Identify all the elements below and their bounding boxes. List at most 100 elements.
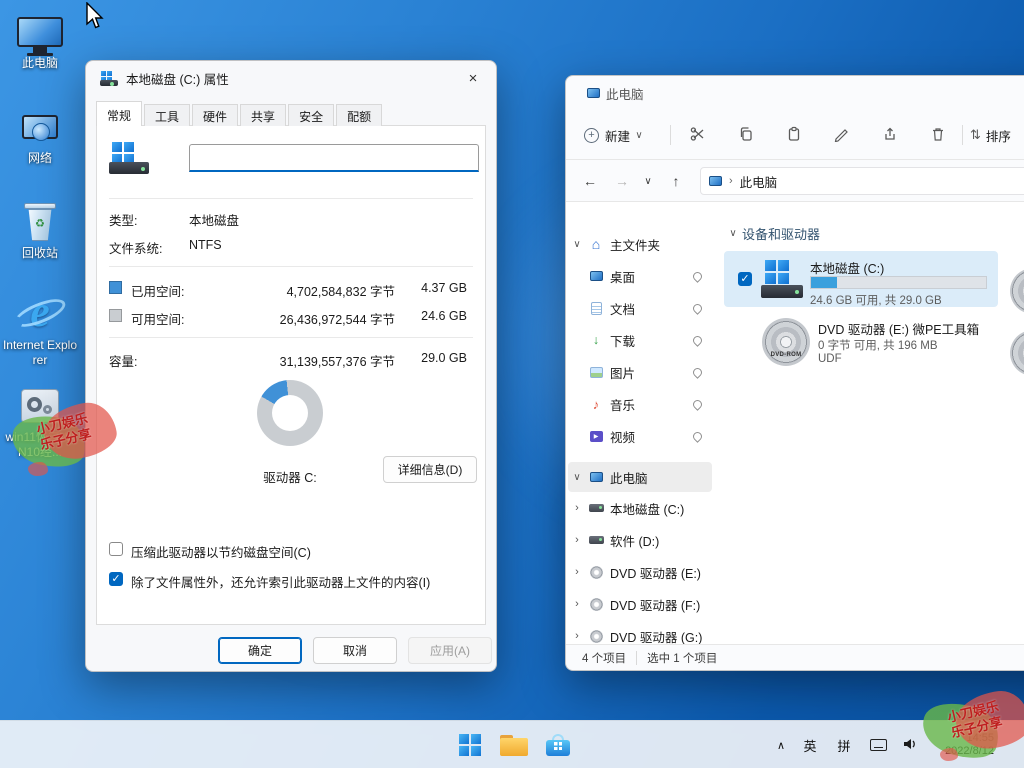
sidebar-item-pictures[interactable]: 图片	[568, 357, 712, 387]
sidebar-item-dvd-e[interactable]: › DVD 驱动器 (E:)	[568, 557, 712, 587]
tab-hardware[interactable]: 硬件	[192, 104, 238, 126]
desktop-icon-recycle-bin[interactable]: ♻ 回收站	[2, 198, 78, 261]
sidebar-item-documents[interactable]: 文档	[568, 293, 712, 323]
sidebar-item-desktop[interactable]: 桌面	[568, 261, 712, 291]
new-button[interactable]: + 新建 ∨	[578, 122, 666, 148]
explorer-titlebar[interactable]: 此电脑	[566, 76, 1024, 110]
rename-icon	[834, 126, 850, 145]
desktop-icon-internet-explorer[interactable]: e Internet Explorer	[2, 288, 78, 368]
document-icon	[586, 302, 606, 315]
chevron-right-icon: ›	[568, 566, 586, 578]
used-space-label: 已用空间:	[131, 281, 184, 300]
clock-date: 2022/8/12	[922, 745, 994, 758]
dialog-titlebar[interactable]: 本地磁盘 (C:) 属性	[86, 61, 496, 95]
sidebar-item-music[interactable]: ♪ 音乐	[568, 389, 712, 419]
sidebar-item-label: 软件 (D:)	[610, 531, 712, 550]
volume-label-input[interactable]	[189, 144, 479, 172]
delete-button[interactable]	[921, 122, 955, 148]
compress-checkbox[interactable]	[109, 542, 123, 556]
cut-button[interactable]	[681, 122, 715, 148]
sidebar-item-dvd-f[interactable]: › DVD 驱动器 (F:)	[568, 589, 712, 619]
drive-tile-local-disk-c[interactable]: ✓ 本地磁盘 (C:) 24.6 GB 可用, 共 29.0 GB	[724, 251, 998, 307]
ime-pinyin-indicator[interactable]: 拼	[830, 731, 858, 759]
taskbar-file-explorer-button[interactable]	[494, 725, 534, 765]
desktop-icon-this-pc[interactable]: 此电脑	[2, 8, 78, 71]
ok-button[interactable]: 确定	[218, 637, 302, 664]
desktop-icon-label: win11恢复WIN10经...	[2, 430, 78, 460]
dvd-icon	[586, 598, 606, 611]
tab-tools[interactable]: 工具	[144, 104, 190, 126]
drive-tile-dvd-e[interactable]: DVD-ROM DVD 驱动器 (E:) 微PE工具箱 0 字节 可用, 共 1…	[724, 313, 998, 373]
section-header-devices[interactable]: ∨ 设备和驱动器	[724, 224, 820, 243]
paste-button[interactable]	[777, 122, 811, 148]
desktop-icon	[586, 271, 606, 281]
sidebar-item-dvd-g[interactable]: › DVD 驱动器 (G:)	[568, 621, 712, 644]
forward-button[interactable]: →	[608, 168, 636, 194]
tab-security[interactable]: 安全	[288, 104, 334, 126]
rename-button[interactable]	[825, 122, 859, 148]
desktop-icon-win11-restore[interactable]: win11恢复WIN10经...	[2, 382, 78, 460]
this-pc-icon	[2, 8, 78, 56]
sidebar-item-label: 视频	[610, 427, 693, 446]
store-icon	[546, 734, 570, 756]
desktop-icon-network[interactable]: 网络	[2, 103, 78, 166]
up-button[interactable]: ↑	[662, 168, 690, 194]
capacity-label: 容量:	[109, 351, 137, 370]
index-checkbox[interactable]: ✓	[109, 572, 123, 586]
details-button[interactable]: 详细信息(D)	[383, 456, 477, 483]
folder-icon	[500, 735, 528, 756]
ime-mode-indicator[interactable]: 英	[796, 731, 824, 759]
tray-chevron-up[interactable]: ∧	[768, 731, 794, 759]
sidebar-item-software-d[interactable]: › 软件 (D:)	[568, 525, 712, 555]
dialog-title: 本地磁盘 (C:) 属性	[126, 69, 229, 88]
drive-filesystem: UDF	[818, 353, 842, 365]
music-icon: ♪	[586, 397, 606, 412]
sort-icon: ⇅	[970, 127, 981, 143]
tab-sharing[interactable]: 共享	[240, 104, 286, 126]
sort-button[interactable]: ⇅ 排序	[970, 122, 1024, 148]
sidebar-item-home[interactable]: ∨ ⌂ 主文件夹	[568, 229, 712, 259]
tab-quota[interactable]: 配额	[336, 104, 382, 126]
pin-icon	[691, 334, 704, 347]
pin-icon	[691, 398, 704, 411]
back-button[interactable]: ←	[576, 168, 604, 194]
drive-name: DVD 驱动器 (E:) 微PE工具箱	[818, 319, 979, 338]
sidebar-item-local-disk-c[interactable]: › 本地磁盘 (C:)	[568, 493, 712, 523]
index-checkbox-label: 除了文件属性外，还允许索引此驱动器上文件的内容(I)	[131, 572, 430, 591]
pin-icon	[691, 366, 704, 379]
sidebar-item-this-pc[interactable]: ∨ 此电脑	[568, 462, 712, 492]
filesystem-value: NTFS	[189, 238, 222, 252]
dialog-general-panel: 类型: 本地磁盘 文件系统: NTFS 已用空间: 4,702,584,832 …	[96, 125, 486, 625]
sidebar-item-videos[interactable]: ▶ 视频	[568, 421, 712, 451]
this-pc-icon	[709, 176, 722, 186]
breadcrumb-location[interactable]: 此电脑	[740, 172, 778, 191]
close-icon[interactable]: ×	[450, 61, 496, 95]
sidebar-item-downloads[interactable]: ↓ 下载	[568, 325, 712, 355]
divider	[109, 266, 473, 267]
item-checkbox[interactable]: ✓	[738, 272, 752, 286]
sidebar-item-label: DVD 驱动器 (F:)	[610, 595, 712, 614]
section-header-label: 设备和驱动器	[742, 224, 820, 243]
tab-general[interactable]: 常规	[96, 101, 142, 126]
start-button[interactable]	[450, 725, 490, 765]
taskbar-store-button[interactable]	[538, 725, 578, 765]
sidebar-item-label: 图片	[610, 363, 693, 382]
chevron-down-icon: ∨	[568, 239, 586, 250]
explorer-navigation-bar: ← → ∨ ↑ › 此电脑	[566, 160, 1024, 202]
drive-icon	[109, 142, 149, 174]
touch-keyboard-button[interactable]	[864, 731, 892, 759]
volume-button[interactable]	[896, 731, 924, 759]
address-bar[interactable]: › 此电脑	[700, 167, 1024, 195]
taskbar-clock[interactable]: 14:55 2022/8/12	[922, 731, 994, 759]
this-pc-icon	[580, 88, 606, 98]
desktop-icon-label: 回收站	[2, 246, 78, 261]
copy-button[interactable]	[729, 122, 763, 148]
desktop-icon-label: 此电脑	[2, 56, 78, 71]
share-button[interactable]	[873, 122, 907, 148]
recent-locations-chevron[interactable]: ∨	[638, 168, 658, 194]
apply-button[interactable]: 应用(A)	[408, 637, 492, 664]
used-space-bytes: 4,702,584,832 字节	[237, 281, 395, 300]
free-space-size: 24.6 GB	[399, 309, 467, 323]
sidebar-item-label: 主文件夹	[610, 235, 712, 254]
cancel-button[interactable]: 取消	[313, 637, 397, 664]
